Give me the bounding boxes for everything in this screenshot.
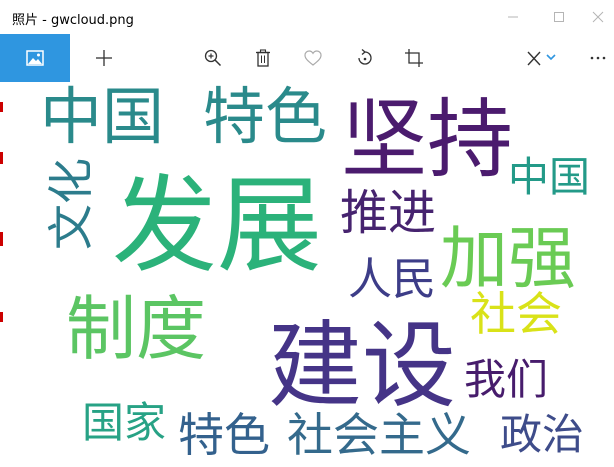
left-edge-mark bbox=[0, 152, 3, 164]
word: 加强 bbox=[440, 220, 577, 299]
title-bar: 照片 - gwcloud.png bbox=[0, 0, 614, 35]
word: 社会主义 bbox=[287, 408, 471, 462]
toolbar bbox=[0, 34, 614, 82]
word: 社会 bbox=[470, 287, 562, 341]
image-icon bbox=[26, 50, 44, 66]
word: 人民 bbox=[348, 254, 436, 305]
maximize-button[interactable] bbox=[536, 0, 582, 34]
word: 政治 bbox=[500, 410, 585, 459]
favorite-button[interactable] bbox=[293, 34, 333, 82]
trash-icon bbox=[256, 49, 270, 67]
image-canvas: 中国 特色 坚持 中国 文化 发展 推进 加强 人民 制度 社会 建设 我们 国… bbox=[0, 82, 614, 467]
zoom-in-icon bbox=[204, 49, 222, 67]
word: 发展 bbox=[112, 165, 323, 287]
edit-button[interactable] bbox=[518, 34, 564, 82]
word: 我们 bbox=[464, 355, 549, 404]
more-icon bbox=[590, 56, 606, 60]
maximize-icon bbox=[554, 12, 564, 22]
more-button[interactable] bbox=[582, 34, 614, 82]
image-view-button[interactable] bbox=[0, 34, 70, 82]
crop-button[interactable] bbox=[394, 34, 434, 82]
plus-icon bbox=[96, 50, 112, 66]
close-button[interactable] bbox=[582, 0, 614, 34]
add-button[interactable] bbox=[84, 34, 124, 82]
word: 中国 bbox=[508, 153, 590, 201]
word: 文化 bbox=[44, 158, 98, 250]
left-edge-mark bbox=[0, 312, 3, 322]
left-edge-mark bbox=[0, 102, 3, 112]
rotate-icon bbox=[358, 49, 372, 65]
word: 中国 bbox=[40, 82, 165, 153]
minimize-icon bbox=[508, 16, 518, 18]
word: 推进 bbox=[340, 185, 437, 241]
word: 特色 bbox=[203, 82, 328, 153]
word: 建设 bbox=[268, 312, 457, 421]
word: 坚持 bbox=[341, 90, 513, 190]
edit-draw-icon bbox=[527, 51, 556, 66]
window-title: 照片 - gwcloud.png bbox=[12, 13, 134, 28]
heart-icon bbox=[304, 50, 322, 66]
zoom-button[interactable] bbox=[193, 34, 233, 82]
word: 制度 bbox=[66, 288, 206, 370]
delete-button[interactable] bbox=[243, 34, 283, 82]
left-edge-mark bbox=[0, 232, 3, 246]
rotate-button[interactable] bbox=[345, 34, 385, 82]
close-icon bbox=[592, 11, 604, 23]
crop-icon bbox=[405, 49, 423, 67]
minimize-button[interactable] bbox=[490, 0, 536, 34]
word: 特色 bbox=[178, 408, 270, 462]
word: 国家 bbox=[82, 398, 167, 447]
